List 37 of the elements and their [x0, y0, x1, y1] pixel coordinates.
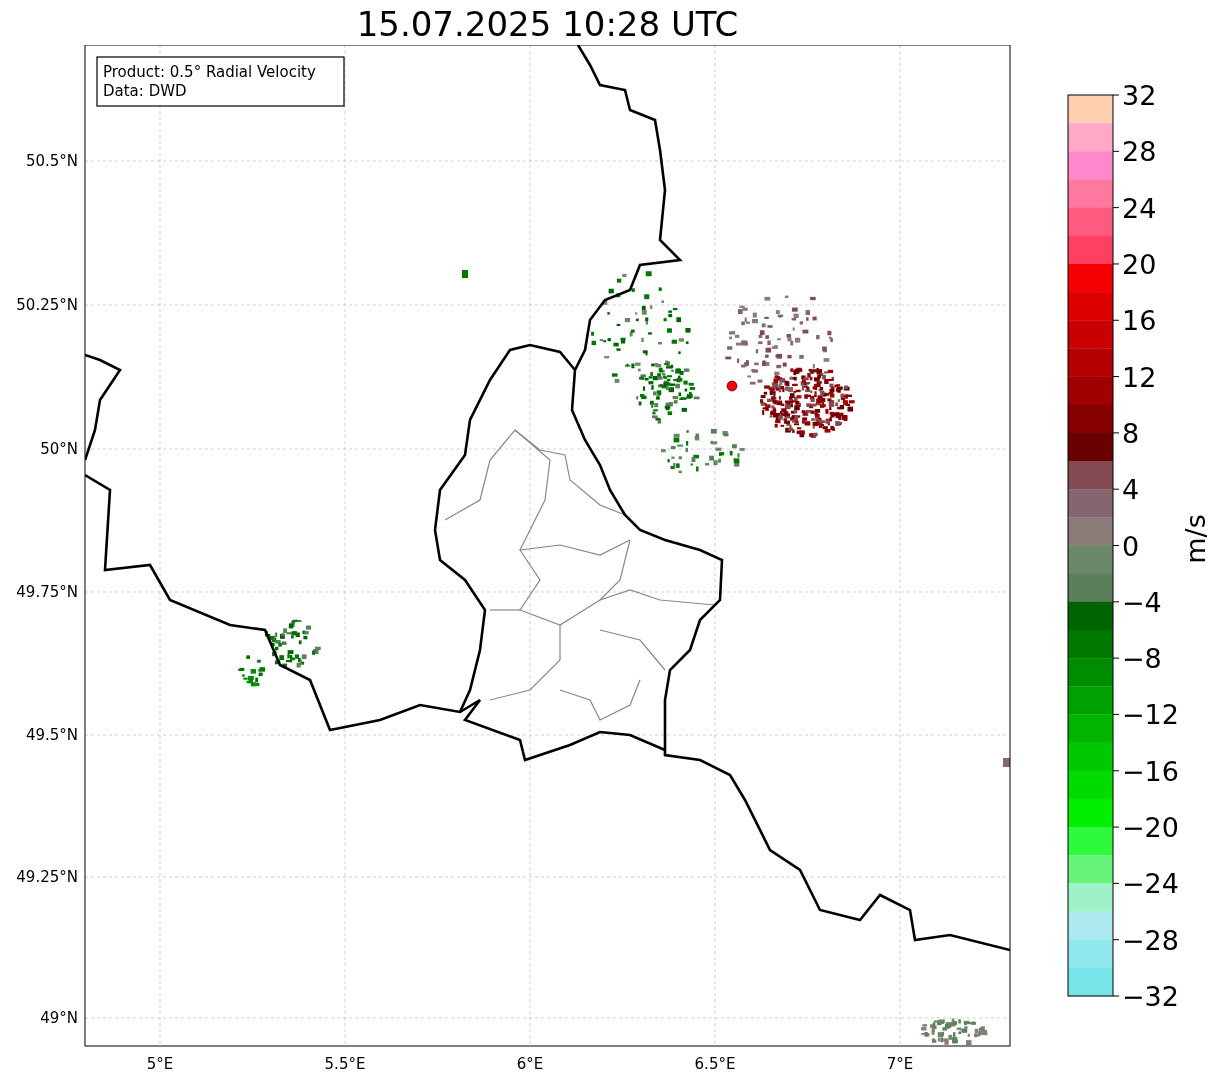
- legend-text: Product: 0.5° Radial Velocity: [103, 63, 316, 81]
- axis-tick-label: 7°E: [886, 1055, 914, 1073]
- colorbar-tick-label: −32: [1122, 981, 1179, 1012]
- axis-tick-label: 49.5°N: [25, 726, 78, 744]
- colorbar-tick-label: 24: [1122, 192, 1157, 224]
- colorbar-tick-label: 28: [1122, 136, 1157, 168]
- axis-tick-label: 5.5°E: [324, 1055, 366, 1073]
- radar-echo-drawing: [921, 1018, 988, 1045]
- axis-tick-label: 49.75°N: [16, 583, 78, 601]
- axis-tick-label: 5°E: [146, 1055, 174, 1073]
- colorbar-tick-label: −20: [1122, 812, 1179, 844]
- colorbar-tick-label: 0: [1122, 530, 1140, 562]
- colorbar-tick-label: 4: [1122, 474, 1140, 506]
- axis-tick-label: 50.5°N: [25, 152, 78, 170]
- colorbar-tick-label: −16: [1122, 755, 1179, 787]
- colorbar-tick-label: 20: [1122, 248, 1157, 280]
- colorbar-tick-label: 8: [1122, 417, 1140, 449]
- colorbar-tick-label: 16: [1122, 305, 1157, 337]
- colorbar-tick-label: −12: [1122, 699, 1179, 731]
- colorbar-tick-label: 32: [1122, 80, 1157, 111]
- radar-echo-drawing: [1003, 758, 1010, 767]
- axis-tick-label: 50.25°N: [16, 296, 78, 314]
- axis-tick-label: 6.5°E: [694, 1055, 736, 1073]
- radar-site-marker: [726, 380, 738, 392]
- colorbar-tick-label: 12: [1122, 361, 1157, 393]
- colorbar-tick-label: −8: [1122, 643, 1162, 675]
- legend-text: Data: DWD: [103, 82, 187, 100]
- colorbar-tick-label: −4: [1122, 586, 1162, 618]
- colorbar-label: m/s: [1180, 514, 1211, 564]
- radar-echo-drawing: [462, 270, 468, 278]
- colorbar-tick-label: −28: [1122, 924, 1179, 956]
- axis-tick-label: 6°E: [516, 1055, 544, 1073]
- axis-tick-label: 50°N: [40, 440, 78, 458]
- axis-tick-label: 49°N: [40, 1009, 78, 1027]
- colorbar-tick-label: −24: [1122, 868, 1179, 900]
- axis-tick-label: 49.25°N: [16, 868, 78, 886]
- plot-title: 15.07.2025 10:28 UTC: [356, 3, 739, 45]
